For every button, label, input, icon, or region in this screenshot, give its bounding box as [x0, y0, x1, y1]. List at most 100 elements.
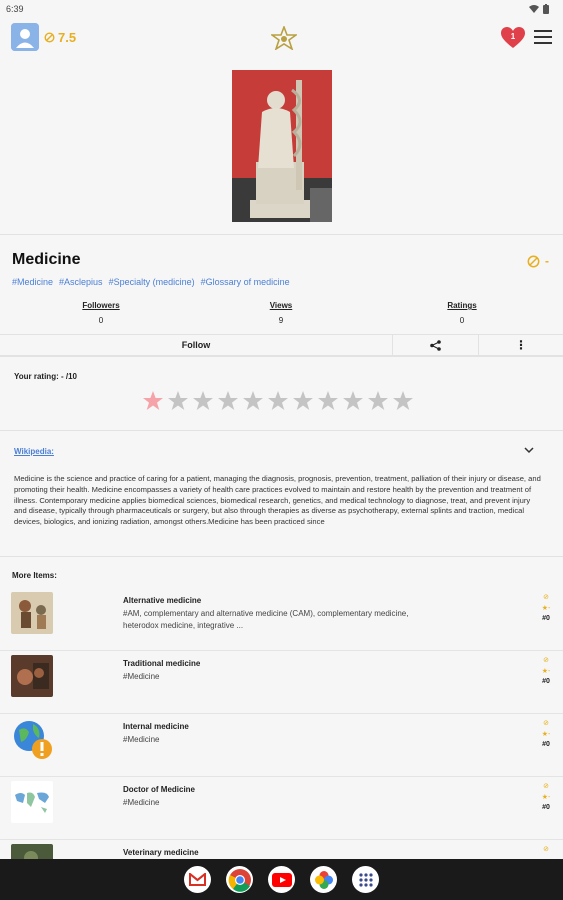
star-icon: ★- — [541, 794, 551, 801]
status-bar: 6:39 — [0, 0, 563, 20]
stat-value: 0 — [459, 316, 465, 325]
rating-star-icon[interactable] — [267, 390, 289, 412]
stat-label: Views — [269, 301, 293, 310]
tag-link[interactable]: #Glossary of medicine — [201, 277, 290, 287]
stat-label: Followers — [82, 301, 120, 310]
item-description: #AM, complementary and alternative medic… — [123, 609, 409, 630]
no-rating-icon: ⊘ — [543, 657, 549, 664]
page-rating-value: - — [545, 254, 549, 268]
tag-link[interactable]: #Asclepius — [59, 277, 103, 287]
tag-link[interactable]: #Specialty (medicine) — [109, 277, 195, 287]
star-icon: ★- — [541, 731, 551, 738]
hamburger-menu-icon[interactable] — [534, 30, 552, 46]
item-description: #Medicine — [123, 798, 160, 807]
rating-star-icon[interactable] — [392, 390, 414, 412]
rating-star-icon[interactable] — [292, 390, 314, 412]
app-bar: 7.5 1 — [0, 20, 563, 60]
page-rating[interactable]: - — [527, 254, 549, 268]
divider — [0, 356, 563, 357]
divider — [0, 234, 563, 235]
no-rating-icon: ⊘ — [543, 594, 549, 601]
item-count: #0 — [542, 741, 550, 748]
item-meta: ⊘ ★- #0 — [538, 593, 554, 622]
item-name: Traditional medicine — [123, 659, 201, 668]
item-meta: ⊘ ★- #0 — [538, 656, 554, 685]
thumbnail-image — [11, 844, 53, 860]
divider — [0, 430, 563, 431]
item-name: Doctor of Medicine — [123, 785, 196, 794]
star-icon: ★- — [541, 668, 551, 675]
item-thumbnail — [11, 718, 53, 760]
rating-star-icon[interactable] — [217, 390, 239, 412]
thumbnail-image — [11, 655, 53, 697]
item-count: #0 — [542, 615, 550, 622]
action-bar: Follow ⋮ — [0, 334, 563, 356]
rating-star-icon[interactable] — [142, 390, 164, 412]
rating-star-icon[interactable] — [367, 390, 389, 412]
list-item[interactable]: Internal medicine #Medicine ⊘ ★- #0 — [0, 714, 563, 777]
stat-value: 0 — [98, 316, 104, 325]
list-item[interactable]: Alternative medicine #AM, complementary … — [0, 588, 563, 651]
rating-star-icon[interactable] — [167, 390, 189, 412]
item-thumbnail — [11, 655, 53, 697]
user-icon — [11, 23, 39, 51]
world-map-icon — [11, 781, 53, 823]
item-meta: ⊘ ★- #0 — [538, 782, 554, 811]
list-item[interactable]: Doctor of Medicine #Medicine ⊘ ★- #0 — [0, 777, 563, 840]
chrome-app-icon[interactable] — [226, 866, 253, 893]
divider — [0, 556, 563, 557]
item-thumbnail — [11, 844, 53, 860]
item-count: #0 — [542, 678, 550, 685]
rating-star-icon[interactable] — [317, 390, 339, 412]
item-name: Veterinary medicine — [123, 848, 199, 857]
wifi-icon — [529, 4, 539, 13]
item-description: #Medicine — [123, 735, 160, 744]
photos-app-icon[interactable] — [310, 866, 337, 893]
item-meta: ⊘ ★- #0 — [538, 719, 554, 748]
stat-ratings[interactable]: Ratings 0 — [422, 301, 502, 325]
user-avatar[interactable] — [11, 23, 39, 51]
chevron-down-icon[interactable] — [522, 444, 536, 456]
system-icons — [529, 4, 549, 14]
rating-star-icon[interactable] — [192, 390, 214, 412]
no-rating-icon: ⊘ — [543, 783, 549, 790]
tag-link[interactable]: #Medicine — [12, 277, 53, 287]
thumbnail-image — [11, 592, 53, 634]
no-rating-icon: ⊘ — [543, 720, 549, 727]
wikipedia-link[interactable]: Wikipedia: — [14, 447, 54, 456]
no-rating-icon — [44, 32, 55, 43]
stats-row: Followers 0 Views 9 Ratings 0 — [0, 301, 563, 331]
wikipedia-summary: Medicine is the science and practice of … — [14, 474, 541, 527]
item-count: #0 — [542, 804, 550, 811]
item-meta: ⊘ — [538, 845, 554, 853]
rating-stars — [142, 390, 414, 412]
rating-star-icon[interactable] — [242, 390, 264, 412]
list-item[interactable]: Veterinary medicine ⊘ — [0, 840, 563, 860]
item-thumbnail — [11, 592, 53, 634]
user-score[interactable]: 7.5 — [44, 30, 76, 45]
app-star-logo-icon[interactable] — [271, 26, 297, 50]
follow-button[interactable]: Follow — [0, 335, 393, 356]
battery-icon — [543, 4, 549, 14]
your-rating-label: Your rating: - /10 — [14, 372, 77, 381]
no-rating-icon: ⊘ — [543, 846, 549, 853]
gmail-app-icon[interactable] — [184, 866, 211, 893]
app-launcher-icon[interactable] — [352, 866, 379, 893]
stat-followers[interactable]: Followers 0 — [61, 301, 141, 325]
item-thumbnail — [11, 781, 53, 823]
hero-image — [232, 70, 332, 222]
share-button[interactable] — [393, 335, 479, 356]
more-items-label: More Items: — [12, 571, 57, 580]
page-title: Medicine — [12, 251, 81, 268]
heart-icon[interactable]: 1 — [500, 26, 526, 50]
item-name: Alternative medicine — [123, 596, 202, 605]
tag-list: #Medicine #Asclepius #Specialty (medicin… — [12, 277, 290, 287]
more-options-button[interactable]: ⋮ — [479, 335, 563, 356]
stat-views[interactable]: Views 9 — [241, 301, 321, 325]
rating-star-icon[interactable] — [342, 390, 364, 412]
share-icon — [430, 340, 441, 351]
user-score-value: 7.5 — [58, 30, 77, 45]
youtube-app-icon[interactable] — [268, 866, 295, 893]
list-item[interactable]: Traditional medicine #Medicine ⊘ ★- #0 — [0, 651, 563, 714]
svg-text:1: 1 — [511, 32, 516, 41]
